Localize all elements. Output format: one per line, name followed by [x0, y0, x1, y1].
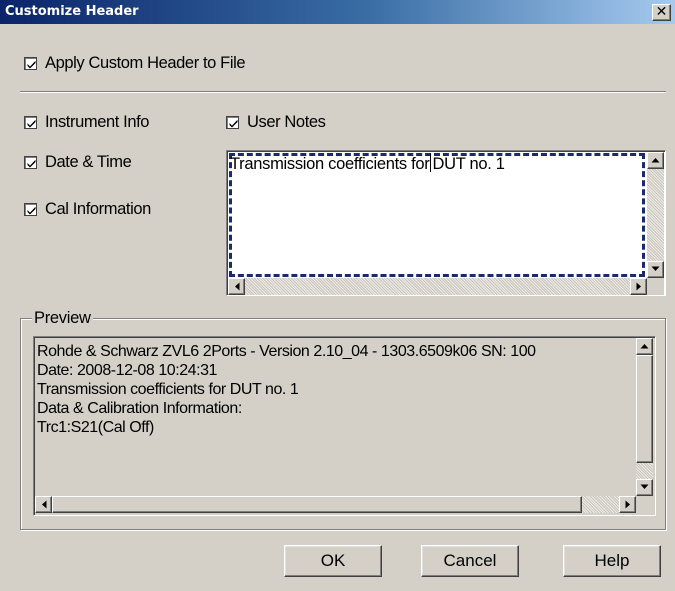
scroll-thumb[interactable] [52, 496, 582, 513]
notes-text-before-caret: Transmission coefficients for [230, 155, 430, 173]
scroll-down-button[interactable] [647, 261, 664, 278]
scroll-right-button[interactable] [630, 278, 647, 295]
cal-information-label: Cal Information [45, 200, 151, 218]
cal-information-checkbox[interactable]: Cal Information [24, 200, 151, 219]
apply-custom-header-label: Apply Custom Header to File [45, 54, 246, 72]
scrollbar-corner [647, 278, 664, 295]
checkbox-box[interactable] [24, 116, 37, 129]
date-time-label: Date & Time [45, 153, 132, 171]
preview-legend: Preview [32, 309, 93, 328]
ok-button[interactable]: OK [284, 545, 382, 577]
preview-textbox[interactable]: Rohde & Schwarz ZVL6 2Ports - Version 2.… [33, 336, 656, 516]
scrollbar-corner [636, 496, 653, 513]
date-time-checkbox[interactable]: Date & Time [24, 153, 132, 172]
scroll-right-arrow-icon [636, 282, 641, 291]
preview-line: Rohde & Schwarz ZVL6 2Ports - Version 2.… [37, 343, 536, 360]
scroll-up-arrow-icon [651, 158, 660, 163]
preview-vertical-scrollbar[interactable] [636, 338, 653, 496]
scroll-left-button[interactable] [35, 496, 52, 513]
instrument-info-label: Instrument Info [45, 113, 150, 131]
window-title: Customize Header [5, 4, 139, 19]
instrument-info-checkbox[interactable]: Instrument Info [24, 113, 149, 132]
checkmark-icon [27, 119, 36, 128]
user-notes-label: User Notes [247, 113, 326, 131]
scroll-right-arrow-icon [625, 500, 630, 509]
scroll-down-button[interactable] [636, 479, 653, 496]
user-notes-text[interactable]: Transmission coefficients for DUT no. 1 [230, 154, 505, 174]
scroll-up-button[interactable] [647, 152, 664, 169]
title-bar: Customize Header ✕ [0, 0, 675, 24]
checkmark-icon [27, 60, 36, 69]
scroll-left-arrow-icon [234, 282, 239, 291]
preview-line: Trc1:S21(Cal Off) [37, 419, 154, 436]
user-notes-checkbox[interactable]: User Notes [226, 113, 326, 132]
preview-horizontal-scrollbar[interactable] [35, 496, 636, 513]
checkbox-box[interactable] [24, 57, 37, 70]
separator-line [20, 91, 666, 93]
scroll-up-arrow-icon [640, 344, 649, 349]
scroll-down-arrow-icon [640, 484, 649, 489]
checkmark-icon [27, 206, 36, 215]
checkbox-box[interactable] [226, 116, 239, 129]
checkbox-box[interactable] [24, 203, 37, 216]
checkbox-box[interactable] [24, 156, 37, 169]
user-notes-textarea[interactable]: Transmission coefficients for DUT no. 1 [226, 150, 666, 296]
notes-vertical-scrollbar[interactable] [647, 152, 664, 278]
notes-text-after-caret: DUT no. 1 [432, 155, 505, 173]
close-icon: ✕ [655, 4, 668, 20]
scroll-right-button[interactable] [619, 496, 636, 513]
scroll-left-button[interactable] [228, 278, 245, 295]
scroll-up-button[interactable] [636, 338, 653, 355]
scroll-down-arrow-icon [651, 266, 660, 271]
preview-line: Transmission coefficients for DUT no. 1 [37, 381, 299, 398]
close-button[interactable]: ✕ [652, 4, 671, 21]
checkmark-icon [27, 159, 36, 168]
notes-horizontal-scrollbar[interactable] [228, 278, 647, 295]
cancel-button[interactable]: Cancel [421, 545, 519, 577]
apply-custom-header-checkbox[interactable]: Apply Custom Header to File [24, 54, 246, 73]
checkmark-icon [229, 119, 238, 128]
preview-line: Data & Calibration Information: [37, 400, 242, 417]
preview-content: Rohde & Schwarz ZVL6 2Ports - Version 2.… [37, 342, 536, 437]
help-button[interactable]: Help [563, 545, 661, 577]
scroll-left-arrow-icon [41, 500, 46, 509]
scroll-thumb[interactable] [636, 355, 653, 463]
preview-line: Date: 2008-12-08 10:24:31 [37, 362, 218, 379]
